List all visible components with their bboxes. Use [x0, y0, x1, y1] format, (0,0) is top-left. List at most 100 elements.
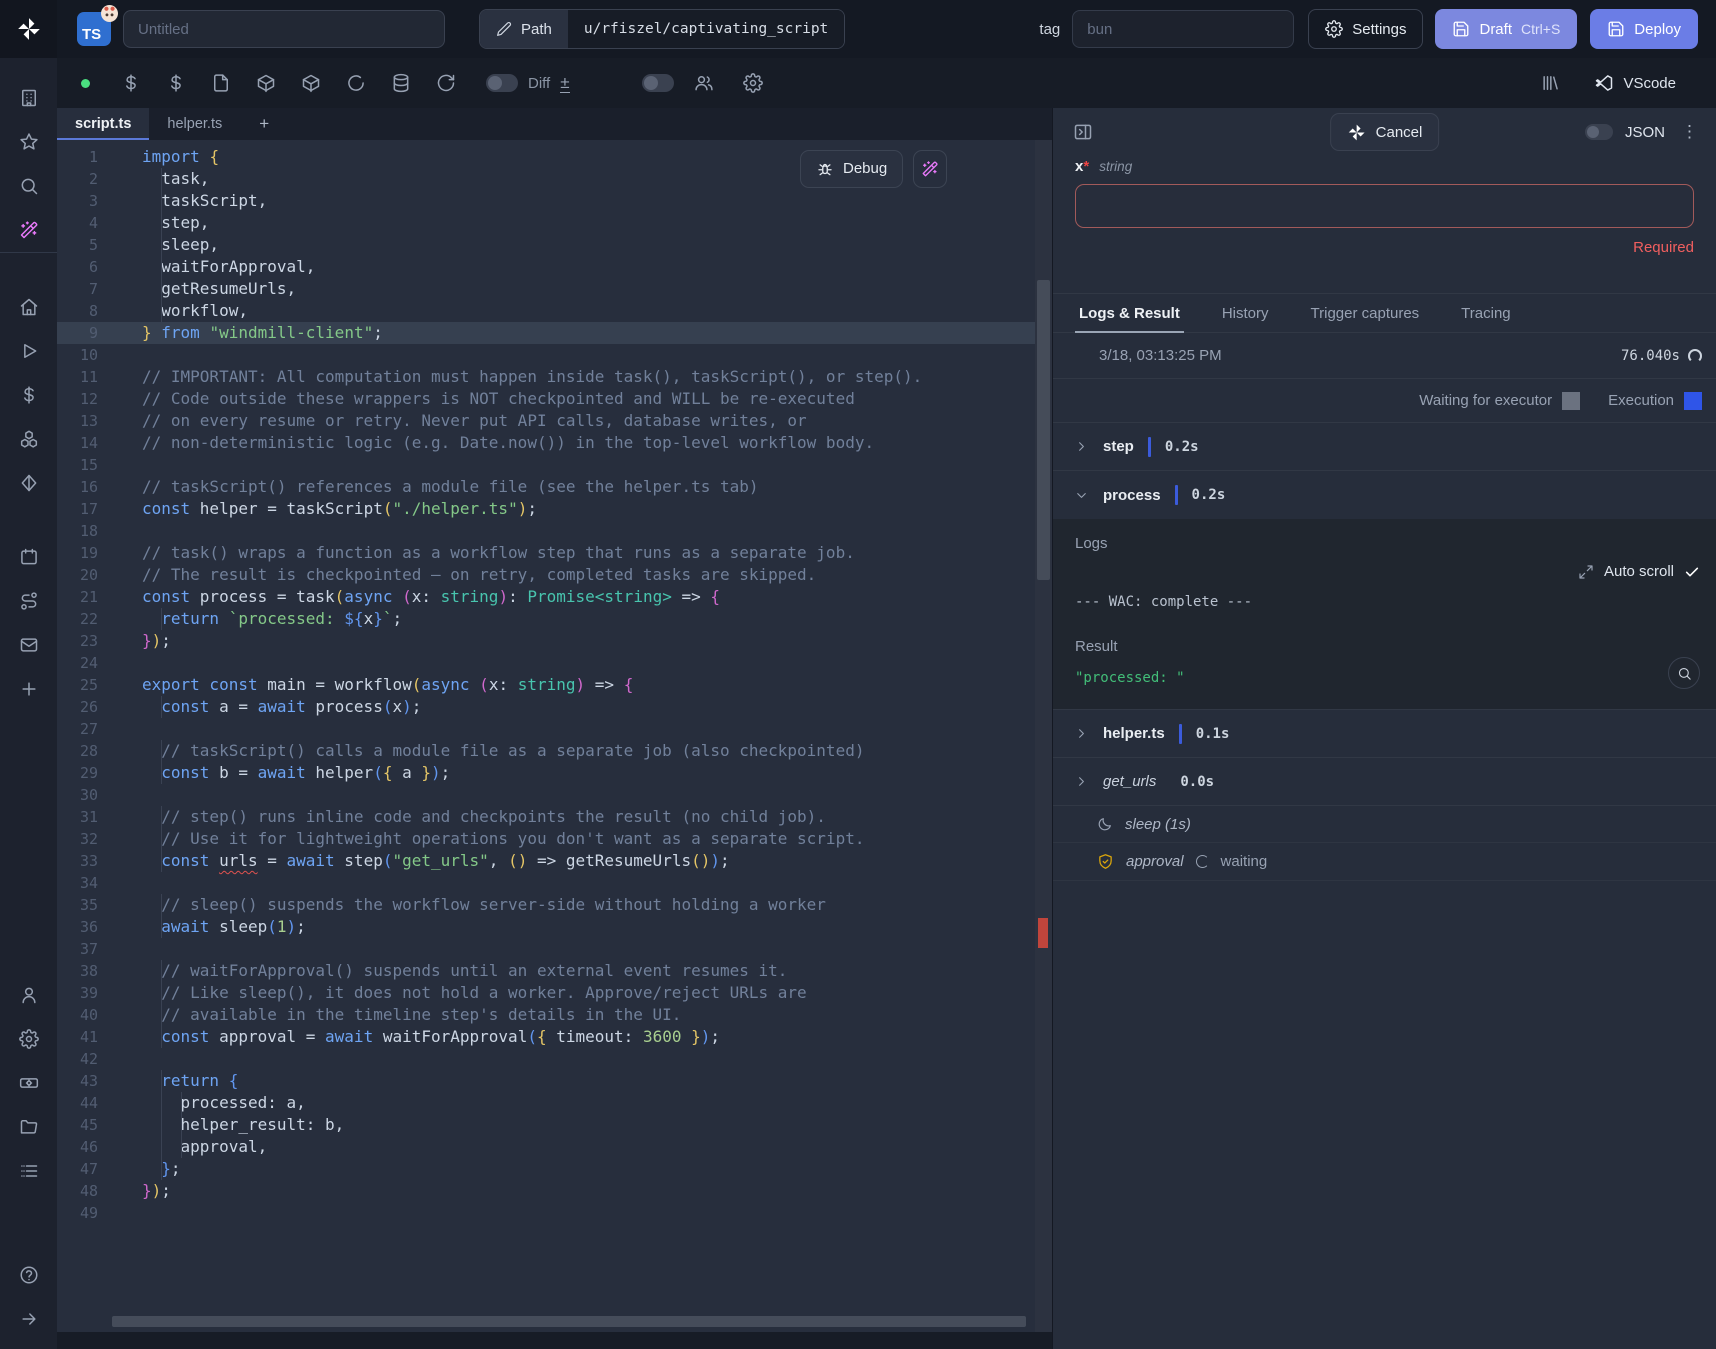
sidebar-item-home[interactable]	[0, 285, 57, 329]
vscode-button[interactable]: VScode	[1594, 73, 1676, 93]
package2-icon[interactable]	[288, 73, 333, 93]
code-line[interactable]: 28 // taskScript() calls a module file a…	[57, 740, 1052, 762]
code-line[interactable]: 23});	[57, 630, 1052, 652]
step-row-step[interactable]: step 0.2s	[1053, 423, 1716, 471]
database-icon[interactable]	[378, 73, 423, 93]
draft-button[interactable]: Draft Ctrl+S	[1435, 9, 1577, 49]
code-line[interactable]: 15	[57, 454, 1052, 476]
debug-button[interactable]: Debug	[800, 150, 903, 188]
code-line[interactable]: 33 const urls = await step("get_urls", (…	[57, 850, 1052, 872]
run-summary-row[interactable]: 3/18, 03:13:25 PM 76.040s	[1053, 333, 1716, 379]
code-line[interactable]: 18	[57, 520, 1052, 542]
code-line[interactable]: 30	[57, 784, 1052, 806]
code-line[interactable]: 19// task() wraps a function as a workfl…	[57, 542, 1052, 564]
code-line[interactable]: 6 waitForApproval,	[57, 256, 1052, 278]
tab-tracing[interactable]: Tracing	[1461, 294, 1510, 332]
code-line[interactable]: 26 const a = await process(x);	[57, 696, 1052, 718]
code-line[interactable]: 39 // Like sleep(), it does not hold a w…	[57, 982, 1052, 1004]
code-line[interactable]: 21const process = task(async (x: string)…	[57, 586, 1052, 608]
tab-history[interactable]: History	[1222, 294, 1269, 332]
code-line[interactable]: 44 processed: a,	[57, 1092, 1052, 1114]
sidebar-item-assets[interactable]	[0, 461, 57, 505]
code-line[interactable]: 34	[57, 872, 1052, 894]
refresh-icon[interactable]	[423, 73, 468, 93]
script-name-input[interactable]	[123, 10, 445, 48]
json-toggle[interactable]	[1585, 124, 1613, 140]
package-icon[interactable]	[243, 73, 288, 93]
sidebar-item-users[interactable]	[0, 973, 57, 1017]
step-row-get-urls[interactable]: get_urls 0.0s	[1053, 758, 1716, 806]
code-line[interactable]: 38 // waitForApproval() suspends until a…	[57, 960, 1052, 982]
code-line[interactable]: 24	[57, 652, 1052, 674]
code-line[interactable]: 4 step,	[57, 212, 1052, 234]
code-line[interactable]: 36 await sleep(1);	[57, 916, 1052, 938]
code-line[interactable]: 29 const b = await helper({ a });	[57, 762, 1052, 784]
deploy-button[interactable]: Deploy	[1590, 9, 1698, 49]
multiplayer-toggle[interactable]	[642, 74, 674, 92]
sidebar-item-runs[interactable]	[0, 329, 57, 373]
tab-helper-ts[interactable]: helper.ts	[149, 108, 240, 140]
diff-toggle[interactable]	[486, 74, 518, 92]
code-line[interactable]: 10	[57, 344, 1052, 366]
path-edit-button[interactable]: Path	[480, 10, 568, 48]
code-line[interactable]: 31 // step() runs inline code and checkp…	[57, 806, 1052, 828]
step-row-approval[interactable]: approval waiting	[1053, 843, 1716, 881]
code-line[interactable]: 25export const main = workflow(async (x:…	[57, 674, 1052, 696]
step-row-helper[interactable]: helper.ts 0.1s	[1053, 710, 1716, 758]
code-line[interactable]: 46 approval,	[57, 1136, 1052, 1158]
tab-logs-result[interactable]: Logs & Result	[1079, 294, 1180, 332]
code-line[interactable]: 8 workflow,	[57, 300, 1052, 322]
code-line[interactable]: 12// Code outside these wrappers is NOT …	[57, 388, 1052, 410]
ring-icon[interactable]	[333, 73, 378, 93]
path-value[interactable]: u/rfiszel/captivating_script	[568, 10, 844, 48]
tab-trigger-captures[interactable]: Trigger captures	[1311, 294, 1420, 332]
code-line[interactable]: 5 sleep,	[57, 234, 1052, 256]
code-line[interactable]: 3 taskScript,	[57, 190, 1052, 212]
x-input-field[interactable]	[1075, 184, 1694, 228]
sidebar-item-workspace[interactable]	[0, 76, 57, 120]
file-icon[interactable]	[198, 73, 243, 93]
code-line[interactable]: 40 // available in the timeline step's d…	[57, 1004, 1052, 1026]
code-line[interactable]: 16// taskScript() references a module fi…	[57, 476, 1052, 498]
sidebar-item-resources[interactable]	[0, 417, 57, 461]
code-line[interactable]: 32 // Use it for lightweight operations …	[57, 828, 1052, 850]
auto-scroll-control[interactable]: Auto scroll	[1578, 563, 1700, 580]
contextual-variables-icon[interactable]	[153, 73, 198, 93]
code-line[interactable]: 35 // sleep() suspends the workflow serv…	[57, 894, 1052, 916]
code-line[interactable]: 13// on every resume or retry. Never put…	[57, 410, 1052, 432]
kebab-menu-icon[interactable]: ⋮	[1677, 122, 1702, 142]
windmill-logo[interactable]	[0, 0, 57, 58]
code-line[interactable]: 27	[57, 718, 1052, 740]
collapse-panel-icon[interactable]	[1073, 122, 1093, 142]
sidebar-item-audit-logs[interactable]	[0, 1149, 57, 1193]
code-line[interactable]: 14// non-deterministic logic (e.g. Date.…	[57, 432, 1052, 454]
code-line[interactable]: 7 getResumeUrls,	[57, 278, 1052, 300]
sidebar-collapse-toggle[interactable]	[0, 1297, 57, 1341]
code-line[interactable]: 37	[57, 938, 1052, 960]
add-tab-button[interactable]: +	[240, 108, 288, 140]
cancel-button[interactable]: Cancel	[1330, 113, 1440, 151]
editor-settings-icon[interactable]	[731, 73, 776, 93]
search-result-button[interactable]	[1668, 657, 1700, 689]
scrollbar-thumb[interactable]	[1037, 280, 1050, 580]
tab-script-ts[interactable]: script.ts	[57, 108, 149, 140]
step-row-process[interactable]: process 0.2s	[1053, 471, 1716, 519]
code-line[interactable]: 48});	[57, 1180, 1052, 1202]
editor-horizontal-scrollbar[interactable]	[112, 1316, 1026, 1327]
code-line[interactable]: 41 const approval = await waitForApprova…	[57, 1026, 1052, 1048]
sidebar-item-search[interactable]	[0, 164, 57, 208]
code-line[interactable]: 42	[57, 1048, 1052, 1070]
code-line[interactable]: 45 helper_result: b,	[57, 1114, 1052, 1136]
plus-minus-icon[interactable]: ±	[560, 74, 569, 93]
variables-icon[interactable]	[108, 73, 153, 93]
sidebar-item-ai[interactable]	[0, 208, 57, 252]
sidebar-item-variables[interactable]	[0, 373, 57, 417]
code-line[interactable]: 43 return {	[57, 1070, 1052, 1092]
ai-wand-button[interactable]	[913, 150, 947, 188]
code-editor[interactable]: 1import {2 task,3 taskScript,4 step,5 sl…	[57, 140, 1052, 1332]
code-line[interactable]: 17const helper = taskScript("./helper.ts…	[57, 498, 1052, 520]
sidebar-item-schedules[interactable]	[0, 535, 57, 579]
sidebar-item-triggers[interactable]	[0, 579, 57, 623]
sidebar-item-folders[interactable]	[0, 1105, 57, 1149]
sidebar-item-help[interactable]	[0, 1253, 57, 1297]
